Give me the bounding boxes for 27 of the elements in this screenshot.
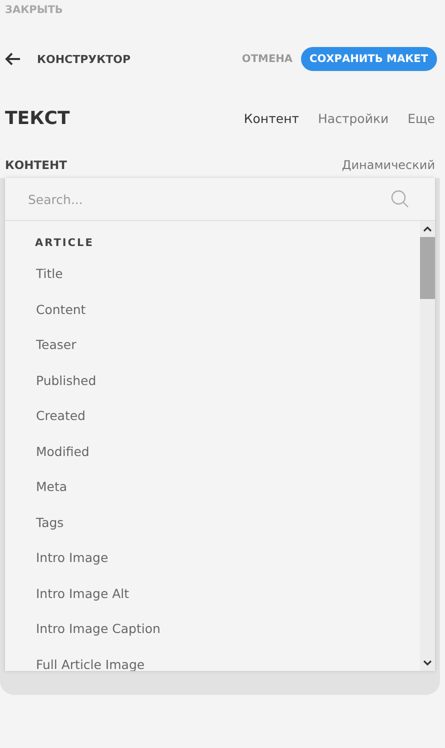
field-label: КОНТЕНТ [5, 158, 67, 172]
tab[interactable]: Настройки [318, 110, 389, 126]
mode-toggle[interactable]: Динамический [342, 158, 435, 172]
list-item[interactable]: Intro Image Alt [5, 576, 420, 611]
list-item[interactable]: Content [5, 292, 420, 327]
tab[interactable]: Еще [408, 110, 435, 126]
list-item[interactable]: Meta [5, 469, 420, 504]
list-item[interactable]: Tags [5, 504, 420, 540]
search-field[interactable]: Search... [26, 190, 391, 208]
element-title: ТЕКСТ [5, 108, 71, 128]
list-item[interactable]: Published [5, 362, 420, 398]
list-item[interactable]: Full Article Image [5, 646, 420, 671]
scroll-down-icon[interactable] [423, 660, 432, 666]
list-item[interactable]: Intro Image [5, 540, 420, 576]
save-layout-button[interactable]: СОХРАНИТЬ МАКЕТ [300, 47, 437, 71]
back-arrow-icon[interactable] [5, 52, 21, 66]
list-item[interactable]: Title [5, 256, 420, 292]
list-item[interactable]: Created [5, 398, 420, 434]
scroll-thumb[interactable] [420, 237, 435, 299]
header-title: КОНСТРУКТОР [37, 52, 132, 66]
list-item[interactable]: Intro Image Caption [5, 611, 420, 646]
group-heading: ARTICLE [34, 237, 95, 251]
list-item[interactable]: Modified [5, 434, 420, 469]
scroll-up-icon[interactable] [423, 226, 432, 232]
scrollbar[interactable] [420, 221, 435, 671]
list-item[interactable]: Teaser [5, 327, 420, 362]
tab[interactable]: Контент [244, 110, 300, 126]
